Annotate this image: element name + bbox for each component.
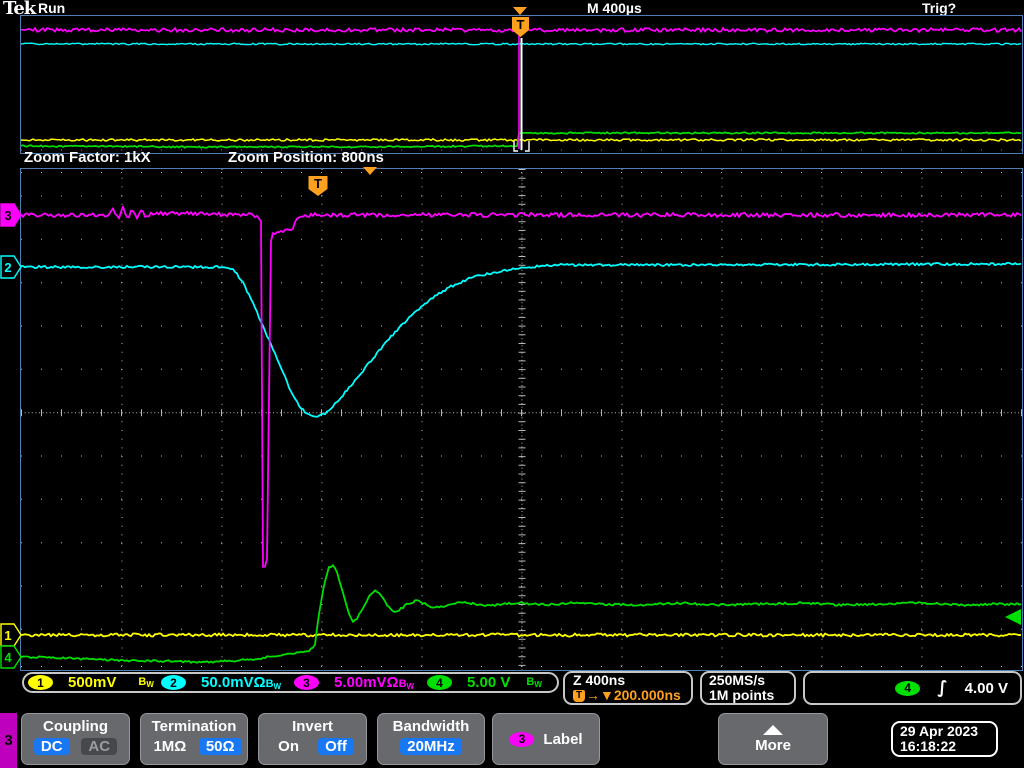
overview-trigger-flag-icon: T [512, 17, 529, 37]
trigger-slope-icon: ∫ [937, 678, 948, 698]
zoom-trigger-flag-icon: T [308, 176, 328, 196]
menu-button-invert[interactable]: Invert On Off [258, 713, 367, 765]
channel-1-scale: 500mV [68, 674, 117, 691]
main-timebase-readout: M 400µs [587, 0, 642, 16]
channel-3-scale: 5.00mVΩBW [334, 674, 415, 691]
channel-3-readout[interactable]: 3 5.00mVΩBW [294, 674, 427, 691]
trigger-settings-box[interactable]: 4 ∫ 4.00 V [803, 671, 1022, 705]
svg-text:2: 2 [4, 260, 11, 275]
channel-4-marker: 4 [0, 645, 22, 669]
bandwidth-limit-icon: BW [526, 676, 542, 689]
zoom-scale-readout: Z 400ns [573, 672, 626, 688]
trigger-status: Trig? [922, 0, 957, 16]
menu-button-label[interactable]: 3 Label [492, 713, 600, 765]
time-readout: 16:18:22 [900, 738, 957, 754]
zoom-factor-readout: Zoom Factor: 1kX [24, 149, 151, 166]
channel-4-badge: 4 [427, 675, 452, 690]
zoom-trace-ch2 [21, 262, 1022, 418]
channel-1-badge: 1 [28, 675, 53, 690]
option-off[interactable]: Off [318, 738, 354, 755]
option-ac[interactable]: AC [81, 738, 118, 755]
acquisition-status: Run [38, 0, 66, 16]
svg-text:T: T [517, 17, 525, 32]
channel-3-marker: 3 [0, 203, 22, 227]
delay-readout: 200.000ns [613, 687, 681, 703]
channel-2-scale: 50.0mVΩBW [201, 674, 282, 691]
svg-text:T: T [314, 176, 322, 191]
menu-button-title: Bandwidth [392, 718, 470, 735]
up-triangle-icon [763, 724, 783, 735]
menu-button-label: Label [543, 730, 583, 748]
zoom-trace-ch1 [21, 632, 1022, 638]
datetime-box: 29 Apr 2023 16:18:22 [891, 721, 998, 757]
svg-text:4: 4 [4, 650, 12, 665]
channel-2-marker: 2 [0, 255, 22, 279]
date-readout: 29 Apr 2023 [900, 723, 979, 739]
channel-1-marker: 1 [0, 623, 22, 647]
menu-channel-tab[interactable]: 3 [0, 713, 17, 768]
trigger-level-readout: 4.00 V [964, 679, 1008, 697]
delay-arrow-icon: →▼ [586, 687, 614, 703]
option-dc[interactable]: DC [33, 738, 70, 755]
zoom-timebase-box[interactable]: Z 400ns T →▼ 200.000ns [563, 671, 693, 705]
channel-3-badge: 3 [294, 675, 319, 690]
channel-4-readout[interactable]: 4 5.00 V BW [427, 674, 560, 691]
svg-text:3: 3 [4, 208, 11, 223]
record-length-readout: 1M points [709, 687, 775, 703]
menu-button-title: Invert [292, 718, 333, 735]
option-50ω[interactable]: 50Ω [198, 738, 242, 755]
menu-button-bandwidth[interactable]: Bandwidth 20MHz [377, 713, 485, 765]
trigger-flag-icon: T [573, 689, 585, 702]
zoom-delay-marker-icon [363, 167, 377, 175]
menu-button-label: More [755, 736, 791, 754]
oscilloscope-screen: { "topbar": { "logo": "Tek", "acq_status… [0, 0, 1024, 768]
label-channel-badge: 3 [509, 731, 535, 747]
bandwidth-limit-icon: BW [138, 676, 154, 689]
channel-4-scale: 5.00 V [467, 674, 511, 691]
svg-text:1: 1 [4, 628, 11, 643]
menu-button-coupling[interactable]: Coupling DC AC [21, 713, 130, 765]
option-20mhz[interactable]: 20MHz [400, 738, 462, 755]
channel-readouts[interactable]: 1 500mV BW 2 50.0mVΩBW 3 5.00mVΩBW 4 5.00 V BW [22, 672, 559, 693]
menu-button-title: Termination [151, 718, 237, 735]
overview-window[interactable]: T3214 [20, 15, 1023, 154]
zoom-position-readout: Zoom Position: 800ns [228, 149, 384, 166]
trigger-level-arrow-icon [1005, 609, 1021, 625]
overview-trigger-position-icon [513, 7, 527, 15]
channel-2-readout[interactable]: 2 50.0mVΩBW [161, 674, 294, 691]
trigger-source-badge: 4 [895, 680, 921, 696]
channel-2-badge: 2 [161, 675, 186, 690]
acquisition-box[interactable]: 250MS/s 1M points [700, 671, 796, 705]
zoom-window[interactable]: T [20, 168, 1023, 671]
channel-1-readout[interactable]: 1 500mV BW [28, 674, 161, 691]
menu-button-title: Coupling [43, 718, 108, 735]
option-on[interactable]: On [271, 738, 306, 755]
option-1mω[interactable]: 1MΩ [146, 738, 193, 755]
sample-rate-readout: 250MS/s [709, 672, 766, 688]
graticule [21, 169, 1022, 670]
menu-button-more[interactable]: More [718, 713, 828, 765]
menu-button-termination[interactable]: Termination 1MΩ 50Ω [140, 713, 248, 765]
